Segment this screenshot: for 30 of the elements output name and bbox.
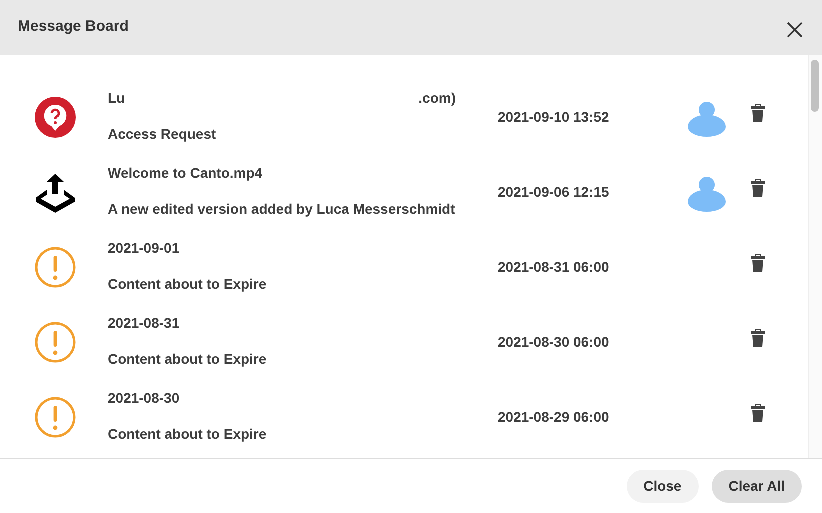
delete-icon[interactable] [750,402,766,420]
delete-icon[interactable] [750,252,766,270]
message-title: 2021-09-01 [108,240,180,257]
close-button[interactable]: Close [626,470,699,502]
message-date: 2021-09-10 13:52 [498,109,610,125]
message-subtitle: Access Request [108,126,216,142]
message-date: 2021-08-30 06:00 [498,334,610,350]
window-title: Message Board [18,17,129,38]
message-date: 2021-08-29 06:00 [498,409,610,425]
message-title: Lu [108,90,126,107]
message-title: 2021-08-31 [108,315,180,332]
delete-icon[interactable] [750,326,766,344]
warning-icon [35,397,76,438]
message-title: .com) [418,90,456,107]
message-subtitle: Content about to Expire [108,351,267,367]
message-title: 2021-08-30 [108,390,180,407]
clear-all-button[interactable]: Clear All [712,470,802,502]
delete-icon[interactable] [750,176,766,194]
message-date: 2021-09-06 12:15 [498,184,610,200]
warning-icon [35,247,76,288]
scrollbar[interactable] [808,55,822,458]
question-bubble-icon [35,97,76,138]
warning-icon [35,322,76,363]
message-subtitle: Content about to Expire [108,276,267,292]
delete-icon[interactable] [750,102,766,120]
message-subtitle: Content about to Expire [108,426,267,442]
upload-icon [35,172,76,213]
message-date: 2021-08-31 06:00 [498,259,610,275]
message-subtitle: A new edited version added by Luca Messerschmidt [108,201,456,217]
message-title: Welcome to Canto.mp4 [108,165,263,182]
